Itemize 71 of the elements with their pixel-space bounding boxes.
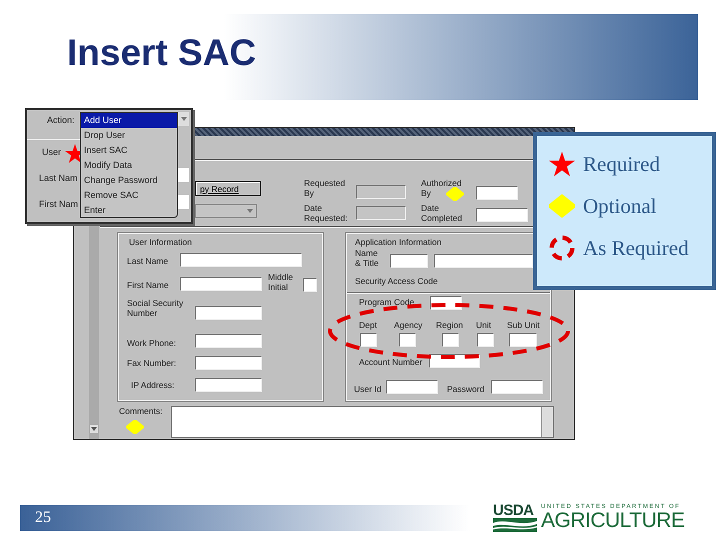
logo-name: AGRICULTURE <box>541 510 684 532</box>
field-label: Sub Unit <box>507 320 540 330</box>
field-label: Last Name <box>127 256 170 266</box>
field-label: Program Code <box>359 297 414 307</box>
input-field[interactable] <box>509 333 537 347</box>
copy-record-button[interactable]: py Record <box>195 181 261 196</box>
field-label: First Name <box>127 280 170 290</box>
dropdown-arrow-button[interactable] <box>178 112 189 126</box>
caret-icon <box>180 115 188 123</box>
dropdown-option[interactable]: Drop User <box>81 128 177 143</box>
input-field[interactable] <box>303 278 317 292</box>
field-label: Region <box>436 320 463 330</box>
caret-icon <box>246 207 254 215</box>
field-label: Agency <box>394 320 422 330</box>
input-field[interactable] <box>434 254 533 268</box>
field-label: IP Address: <box>131 380 176 390</box>
field-label: Fax Number: <box>127 358 178 368</box>
scrollbar[interactable] <box>541 407 553 437</box>
field-label: First Nam <box>39 199 78 209</box>
legend-label: Optional <box>583 194 656 218</box>
fields-logo-icon <box>493 518 537 532</box>
field-label: User Id <box>354 384 382 394</box>
field-label: Password <box>447 384 484 394</box>
dropdown-option[interactable]: Add User <box>81 113 177 128</box>
field-label: Account Number <box>359 357 422 367</box>
input-field[interactable] <box>491 380 543 394</box>
input-field[interactable] <box>356 206 406 220</box>
slide-title: Insert SAC <box>67 34 256 71</box>
input-field[interactable] <box>195 334 262 348</box>
input-field[interactable] <box>399 333 416 347</box>
input-field[interactable] <box>180 253 302 267</box>
field-label: Requested By <box>304 178 346 198</box>
field-label: Comments: <box>119 406 162 416</box>
dropdown-option[interactable]: Modify Data <box>81 158 177 173</box>
field-label: Work Phone: <box>127 338 177 348</box>
legend-label: Required <box>583 152 660 176</box>
field-label: Date Completed <box>421 203 464 223</box>
dropdown-option[interactable]: Insert SAC <box>81 143 177 158</box>
field-label: Date Requested: <box>304 203 348 223</box>
field-label: Security Access Code <box>355 276 438 286</box>
input-field[interactable] <box>195 306 262 320</box>
dropdown-option[interactable]: Enter <box>81 203 177 218</box>
logo-acronym: USDA <box>493 503 535 518</box>
input-field[interactable] <box>195 378 262 392</box>
dropdown-option[interactable]: Remove SAC <box>81 188 177 203</box>
input-field[interactable] <box>386 380 438 394</box>
input-field[interactable] <box>477 333 494 347</box>
section-title: User Information <box>129 237 192 247</box>
input-field[interactable] <box>390 254 428 268</box>
input-field[interactable] <box>360 333 377 347</box>
field-label: Social Security Number <box>127 298 184 318</box>
input-field[interactable] <box>442 333 459 347</box>
field-label: Name & Title <box>355 248 380 268</box>
section-title: Application Information <box>355 237 442 247</box>
field-label: Unit <box>476 320 492 330</box>
field-label: Dept <box>359 320 377 330</box>
field-label: Action: <box>47 115 75 125</box>
field-label: User <box>42 147 62 157</box>
field-label: Middle Initial <box>268 272 294 292</box>
page-number: 25 <box>35 509 51 527</box>
field-label: Authorized By <box>421 178 463 198</box>
input-field[interactable] <box>476 186 518 200</box>
input-field[interactable] <box>356 185 406 199</box>
input-field[interactable] <box>195 356 262 370</box>
field-label: Last Nam <box>39 173 78 183</box>
input-field[interactable] <box>180 277 262 291</box>
legend-label: As Required <box>583 236 689 260</box>
dropdown-option[interactable]: Change Password <box>81 173 177 188</box>
comments-field[interactable] <box>171 406 554 438</box>
scroll-arrow-icon[interactable] <box>90 425 98 433</box>
input-field[interactable] <box>476 208 528 222</box>
